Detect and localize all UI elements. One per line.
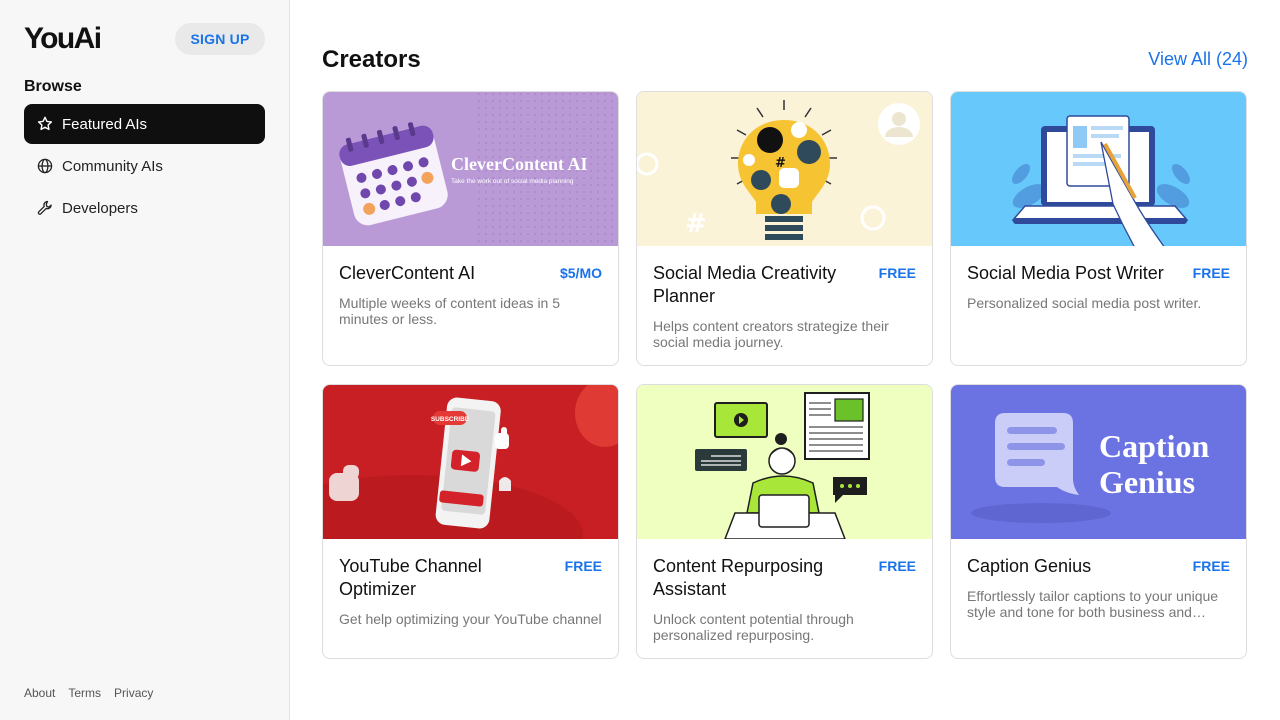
card-thumbnail: SUBSCRIBE xyxy=(323,385,618,539)
calendar-illustration: CleverContent AI Take the work out of so… xyxy=(323,92,618,246)
ai-card-content-repurposing-assistant[interactable]: Content Repurposing Assistant FREE Unloc… xyxy=(636,384,933,659)
sidebar-item-featured-ais[interactable]: Featured AIs xyxy=(24,104,265,144)
price-badge: FREE xyxy=(878,265,916,281)
ai-card-youtube-channel-optimizer[interactable]: SUBSCRIBE YouTube Channel Optimizer FREE… xyxy=(322,384,619,659)
card-title: YouTube Channel Optimizer xyxy=(339,556,482,599)
banner-subtitle: Take the work out of social media planni… xyxy=(451,178,574,185)
sidebar-item-developers[interactable]: Developers xyxy=(24,188,265,228)
ai-card-clevercontent[interactable]: CleverContent AI Take the work out of so… xyxy=(322,91,619,366)
sidebar-item-community-ais[interactable]: Community AIs xyxy=(24,146,265,186)
section-title: Creators xyxy=(322,46,421,73)
globe-icon xyxy=(37,158,53,174)
laptop-illustration xyxy=(951,92,1246,246)
svg-text:#: # xyxy=(775,156,786,171)
card-title: Caption Genius xyxy=(967,556,1092,576)
card-description: Multiple weeks of content ideas in 5 min… xyxy=(339,295,561,327)
sidebar-item-label: Developers xyxy=(62,199,138,217)
card-grid: CleverContent AI Take the work out of so… xyxy=(322,91,1248,659)
ai-card-social-media-post-writer[interactable]: Social Media Post Writer FREE Personaliz… xyxy=(950,91,1247,366)
banner-title: CleverContent AI xyxy=(451,154,587,174)
wrench-icon xyxy=(37,200,53,216)
card-title: Content Repurposing Assistant xyxy=(653,556,824,599)
card-description: Personalized social media post writer. xyxy=(967,295,1202,311)
price-badge: FREE xyxy=(1192,265,1230,281)
browse-heading: Browse xyxy=(24,78,82,95)
card-thumbnail xyxy=(637,385,932,539)
card-thumbnail xyxy=(951,92,1246,246)
card-title: Social Media Post Writer xyxy=(967,263,1164,283)
ai-card-social-media-creativity-planner[interactable]: # # Social Media Creativity Planner FREE… xyxy=(636,91,933,366)
caption-genius-illustration: Caption Genius xyxy=(951,385,1246,539)
card-description: Get help optimizing your YouTube channel xyxy=(339,611,602,627)
banner-badge: SUBSCRIBE xyxy=(431,416,470,423)
card-description: Helps content creators strategize their … xyxy=(653,318,889,350)
price-badge: FREE xyxy=(878,558,916,574)
browse-nav: Featured AIs Community AIs Developers xyxy=(24,104,265,230)
ai-card-caption-genius[interactable]: Caption Genius Caption Genius FREE Effor… xyxy=(950,384,1247,659)
card-title: Social Media Creativity Planner xyxy=(653,263,837,306)
svg-text:#: # xyxy=(685,209,707,239)
card-description: Unlock content potential through persona… xyxy=(653,611,854,643)
card-description: Effortlessly tailor captions to your uni… xyxy=(967,588,1219,620)
creator-illustration xyxy=(637,385,932,539)
price-badge: FREE xyxy=(1192,558,1230,574)
terms-link[interactable]: Terms xyxy=(68,686,101,700)
youai-logo[interactable]: YouAi xyxy=(24,22,102,56)
sidebar: YouAi SIGN UP Browse Featured AIs Commun… xyxy=(0,0,290,720)
star-icon xyxy=(37,116,53,132)
about-link[interactable]: About xyxy=(24,686,55,700)
card-thumbnail: CleverContent AI Take the work out of so… xyxy=(323,92,618,246)
sign-up-button[interactable]: SIGN UP xyxy=(175,23,265,55)
banner-title-line2: Genius xyxy=(1099,464,1195,500)
privacy-link[interactable]: Privacy xyxy=(114,686,153,700)
footer-links: About Terms Privacy xyxy=(24,686,153,700)
sidebar-item-label: Community AIs xyxy=(62,157,163,175)
price-badge: FREE xyxy=(564,558,602,574)
price-badge: $5/MO xyxy=(559,265,602,281)
phone-illustration: SUBSCRIBE xyxy=(323,385,618,539)
card-thumbnail: Caption Genius xyxy=(951,385,1246,539)
banner-title-line1: Caption xyxy=(1099,428,1209,464)
view-all-link[interactable]: View All (24) xyxy=(1148,49,1248,70)
lightbulb-illustration: # # xyxy=(637,92,932,246)
card-thumbnail: # # xyxy=(637,92,932,246)
card-title: CleverContent AI xyxy=(339,263,476,283)
sidebar-item-label: Featured AIs xyxy=(62,115,148,133)
